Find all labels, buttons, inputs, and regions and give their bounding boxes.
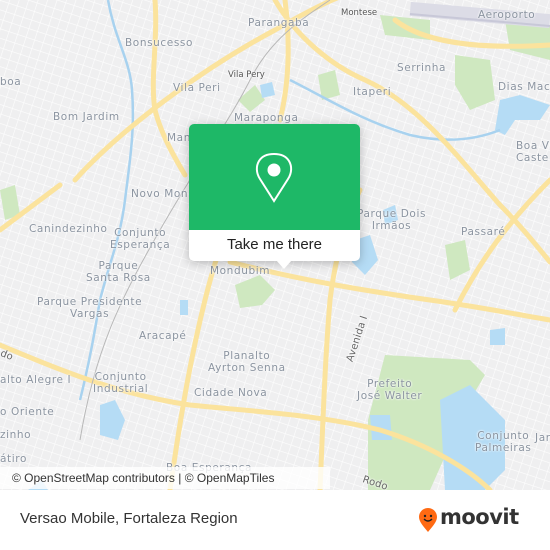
moovit-smile-pin-icon: [419, 508, 437, 532]
map-label-oriente: o Oriente: [0, 406, 55, 418]
map-label-alto-alegre: alto Alegre I: [0, 374, 72, 386]
map-pin-icon: [255, 152, 293, 203]
map-label-conjunto-esperanca: Conjunto Esperança: [110, 227, 171, 251]
popup-pointer: [276, 260, 292, 269]
map-label-parque-presidente-vargas: Parque Presidente Vargas: [37, 296, 143, 320]
map-label-itaperi: Itaperi: [353, 86, 392, 98]
popup-header: [189, 124, 360, 230]
map-attribution[interactable]: © OpenStreetMap contributors | © OpenMap…: [0, 467, 330, 489]
map-label-dias-macedo: Dias Mace: [498, 81, 550, 93]
map-label-cidade-nova: Cidade Nova: [194, 387, 268, 399]
location-popup: Take me there: [189, 124, 360, 261]
map-label-mondubim: Mondubim: [210, 265, 271, 277]
map-label-planalto-ayrton-senna: Planalto Ayrton Senna: [208, 350, 286, 374]
map-label-atiro: átiro: [0, 453, 27, 465]
take-me-there-button[interactable]: Take me there: [189, 230, 360, 261]
map-label-passare: Passaré: [461, 226, 506, 238]
map-label-parque-santa-rosa: Parque Santa Rosa: [86, 260, 151, 284]
map-label-vila-peri: Vila Peri: [173, 82, 221, 94]
map-label-conjunto-palmeiras: Conjunto Palmeiras: [475, 430, 532, 454]
moovit-wordmark: moovit: [440, 505, 519, 529]
map-label-canindezinho: Canindezinho: [29, 223, 108, 235]
map-label-bom-jardim: Bom Jardim: [53, 111, 120, 123]
map-label-aracape: Aracapé: [139, 330, 187, 342]
map-label-aeroporto: Aeroporto: [478, 9, 536, 21]
map-label-serrinha: Serrinha: [397, 62, 447, 74]
map-label-boa-vista-castelao: Boa Vi Caste: [516, 140, 550, 164]
map-label-parangaba: Parangaba: [248, 17, 310, 29]
map-label-montese: Montese: [341, 8, 378, 18]
location-title: Versao Mobile, Fortaleza Region: [20, 510, 238, 527]
map-label-vila-pery: Vila Pery: [228, 70, 265, 80]
map-label-boa: boa: [0, 76, 22, 88]
map-label-prefeito-jose-walter: Prefeito José Walter: [357, 378, 423, 402]
map-label-novo-mondubim: Novo Mon: [131, 188, 189, 200]
map-label-parque-dois-irmaos: Parque Dois Irmãos: [357, 208, 427, 232]
map-label-zinho: zinho: [0, 429, 32, 441]
map-label-bonsucesso: Bonsucesso: [125, 37, 194, 49]
map-label-conjunto-industrial: Conjunto Industrial: [93, 371, 149, 395]
map-label-man: Man: [167, 132, 191, 144]
map-label-jar: Jar: [535, 432, 550, 444]
map-label-maraponga: Maraponga: [234, 112, 299, 124]
